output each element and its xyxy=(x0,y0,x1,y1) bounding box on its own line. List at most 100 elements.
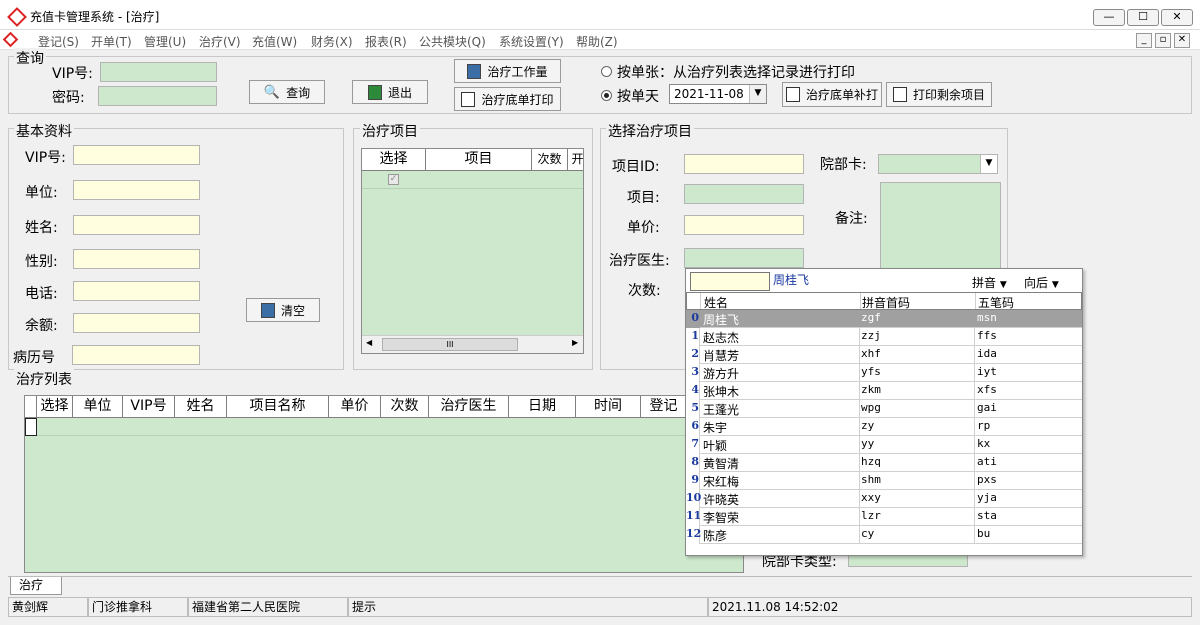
clear-button[interactable]: 清空 xyxy=(246,298,320,322)
list-col-date[interactable]: 日期 xyxy=(509,396,576,418)
note-label: 备注: xyxy=(835,211,868,227)
basic-record-input[interactable] xyxy=(72,345,200,365)
scroll-left-icon[interactable]: ◀ xyxy=(366,338,372,347)
lookup-row[interactable]: 5 王蓬光 wpg gai xyxy=(686,400,1082,418)
list-col-count[interactable]: 次数 xyxy=(381,396,429,418)
list-col-select[interactable]: 选择 xyxy=(37,396,73,418)
basic-gender-input[interactable] xyxy=(73,249,200,269)
mdi-minimize-button[interactable]: _ xyxy=(1136,33,1152,48)
lookup-row[interactable]: 3 游方升 yfs iyt xyxy=(686,364,1082,382)
lookup-table[interactable]: 姓名 拼音首码 五笔码 0 周桂飞 zgf msn 1 赵志杰 zzj ffs 2 肖慧芳 xhf i… xyxy=(686,292,1082,556)
radio-single[interactable] xyxy=(601,66,612,77)
menu-settings[interactable]: 系统设置(Y) xyxy=(499,33,564,50)
basic-balance-label: 余额: xyxy=(25,318,58,334)
menu-order[interactable]: 开单(T) xyxy=(91,33,132,50)
lookup-row[interactable]: 0 周桂飞 zgf msn xyxy=(686,310,1082,328)
list-col-time[interactable]: 时间 xyxy=(576,396,641,418)
query-button[interactable]: 🔍 查询 xyxy=(249,80,325,104)
app-icon xyxy=(7,7,27,27)
menu-help[interactable]: 帮助(Z) xyxy=(576,33,618,50)
checkbox[interactable]: ✓ xyxy=(388,174,399,185)
basic-balance-input[interactable] xyxy=(73,313,200,333)
lookup-row[interactable]: 6 朱宇 zy rp xyxy=(686,418,1082,436)
items-row[interactable]: ✓ xyxy=(362,171,583,189)
basic-name-label: 姓名: xyxy=(25,220,58,236)
note-textarea[interactable] xyxy=(880,182,1001,272)
print-slip-button-label: 治疗底单打印 xyxy=(481,92,554,107)
password-input[interactable] xyxy=(98,86,217,106)
direction-dropdown[interactable]: 向后 ▼ xyxy=(1024,274,1059,291)
doctor-input[interactable] xyxy=(684,248,804,268)
list-col-name[interactable]: 姓名 xyxy=(175,396,227,418)
query-button-label: 查询 xyxy=(286,85,311,100)
lookup-row[interactable]: 8 黄智清 hzq ati xyxy=(686,454,1082,472)
item-id-input[interactable] xyxy=(684,154,804,174)
items-col-select[interactable]: 选择 xyxy=(362,149,426,171)
lookup-row[interactable]: 11 李智荣 lzr sta xyxy=(686,508,1082,526)
basic-unit-input[interactable] xyxy=(73,180,200,200)
items-col-open[interactable]: 开 xyxy=(568,149,583,171)
lookup-col-pinyin[interactable]: 拼音首码 xyxy=(862,294,910,311)
workload-button[interactable]: 治疗工作量 xyxy=(454,59,561,83)
close-button[interactable]: ✕ xyxy=(1161,9,1193,26)
list-col-unit[interactable]: 单位 xyxy=(73,396,123,418)
vip-input[interactable] xyxy=(100,62,217,82)
lookup-row[interactable]: 12 陈彦 cy bu xyxy=(686,526,1082,544)
lookup-row[interactable]: 1 赵志杰 zzj ffs xyxy=(686,328,1082,346)
lookup-row[interactable]: 4 张坤木 zkm xfs xyxy=(686,382,1082,400)
items-col-item[interactable]: 项目 xyxy=(426,149,532,171)
lookup-row[interactable]: 9 宋红梅 shm pxs xyxy=(686,472,1082,490)
maximize-button[interactable]: ☐ xyxy=(1127,9,1159,26)
mdi-close-button[interactable]: ✕ xyxy=(1174,33,1190,48)
lookup-row-name: 叶颖 xyxy=(703,439,728,453)
status-hint: 提示 xyxy=(348,597,708,617)
menu-treatment[interactable]: 治疗(V) xyxy=(199,33,241,50)
date-picker[interactable]: 2021-11-08 ▼ xyxy=(669,84,767,104)
doctor-lookup-popup[interactable]: 周桂飞 拼音 ▼ 向后 ▼ 姓名 拼音首码 五笔码 0 周桂飞 zgf msn 1 赵志杰… xyxy=(685,268,1083,556)
lookup-rows[interactable]: 0 周桂飞 zgf msn 1 赵志杰 zzj ffs 2 肖慧芳 xhf ida 3 游方升 yfs iyt… xyxy=(686,310,1082,544)
item-input[interactable] xyxy=(684,184,804,204)
list-col-register[interactable]: 登记 xyxy=(641,396,687,418)
menu-recharge[interactable]: 充值(W) xyxy=(252,33,297,50)
items-grid[interactable]: 选择 项目 次数 开 ✓ ◀ III ▶ xyxy=(361,148,584,354)
lookup-row[interactable]: 10 许晓英 xxy yja xyxy=(686,490,1082,508)
basic-gender-label: 性别: xyxy=(25,254,58,270)
basic-name-input[interactable] xyxy=(73,215,200,235)
menu-report[interactable]: 报表(R) xyxy=(365,33,407,50)
reprint-button[interactable]: 治疗底单补打 xyxy=(782,82,882,107)
print-slip-button[interactable]: 治疗底单打印 xyxy=(454,87,561,111)
items-hscrollbar[interactable]: ◀ III ▶ xyxy=(362,335,583,353)
lookup-col-wubi[interactable]: 五笔码 xyxy=(978,294,1014,311)
radio-day[interactable] xyxy=(601,90,612,101)
lookup-search-input[interactable] xyxy=(690,272,770,291)
scroll-right-icon[interactable]: ▶ xyxy=(572,338,578,347)
list-col-doctor[interactable]: 治疗医生 xyxy=(429,396,509,418)
list-col-vip[interactable]: VIP号 xyxy=(123,396,175,418)
menu-finance[interactable]: 财务(X) xyxy=(311,33,353,50)
list-col-item[interactable]: 项目名称 xyxy=(227,396,329,418)
print-remaining-button[interactable]: 打印剩余项目 xyxy=(886,82,992,107)
items-col-count[interactable]: 次数 xyxy=(532,149,568,171)
basic-phone-input[interactable] xyxy=(73,281,200,301)
scroll-thumb[interactable]: III xyxy=(382,338,518,351)
mdi-restore-button[interactable]: ▫ xyxy=(1155,33,1171,48)
lookup-row[interactable]: 2 肖慧芳 xhf ida xyxy=(686,346,1082,364)
treatment-list-grid[interactable]: 选择 单位 VIP号 姓名 项目名称 单价 次数 治疗医生 日期 时间 登记 xyxy=(24,395,744,573)
lookup-row[interactable]: 7 叶颖 yy kx xyxy=(686,436,1082,454)
price-input[interactable] xyxy=(684,215,804,235)
lookup-col-name[interactable]: 姓名 xyxy=(704,294,728,311)
exit-button[interactable]: 退出 xyxy=(352,80,428,104)
menu-manage[interactable]: 管理(U) xyxy=(144,33,186,50)
minimize-button[interactable]: — xyxy=(1093,9,1125,26)
title-bar: 充值卡管理系统 - [治疗] — ☐ ✕ xyxy=(0,0,1200,30)
menu-common[interactable]: 公共模块(Q) xyxy=(419,33,486,50)
lookup-row-pinyin: zgf xyxy=(861,311,881,324)
lookup-selected-name: 周桂飞 xyxy=(773,273,810,287)
tab-treatment[interactable]: 治疗 xyxy=(10,577,62,595)
col-divider xyxy=(700,293,701,309)
list-col-price[interactable]: 单价 xyxy=(329,396,381,418)
basic-vip-input[interactable] xyxy=(73,145,200,165)
pinyin-dropdown[interactable]: 拼音 ▼ xyxy=(972,274,1007,291)
card-select[interactable]: ▼ xyxy=(878,154,998,174)
list-row[interactable] xyxy=(25,418,743,436)
